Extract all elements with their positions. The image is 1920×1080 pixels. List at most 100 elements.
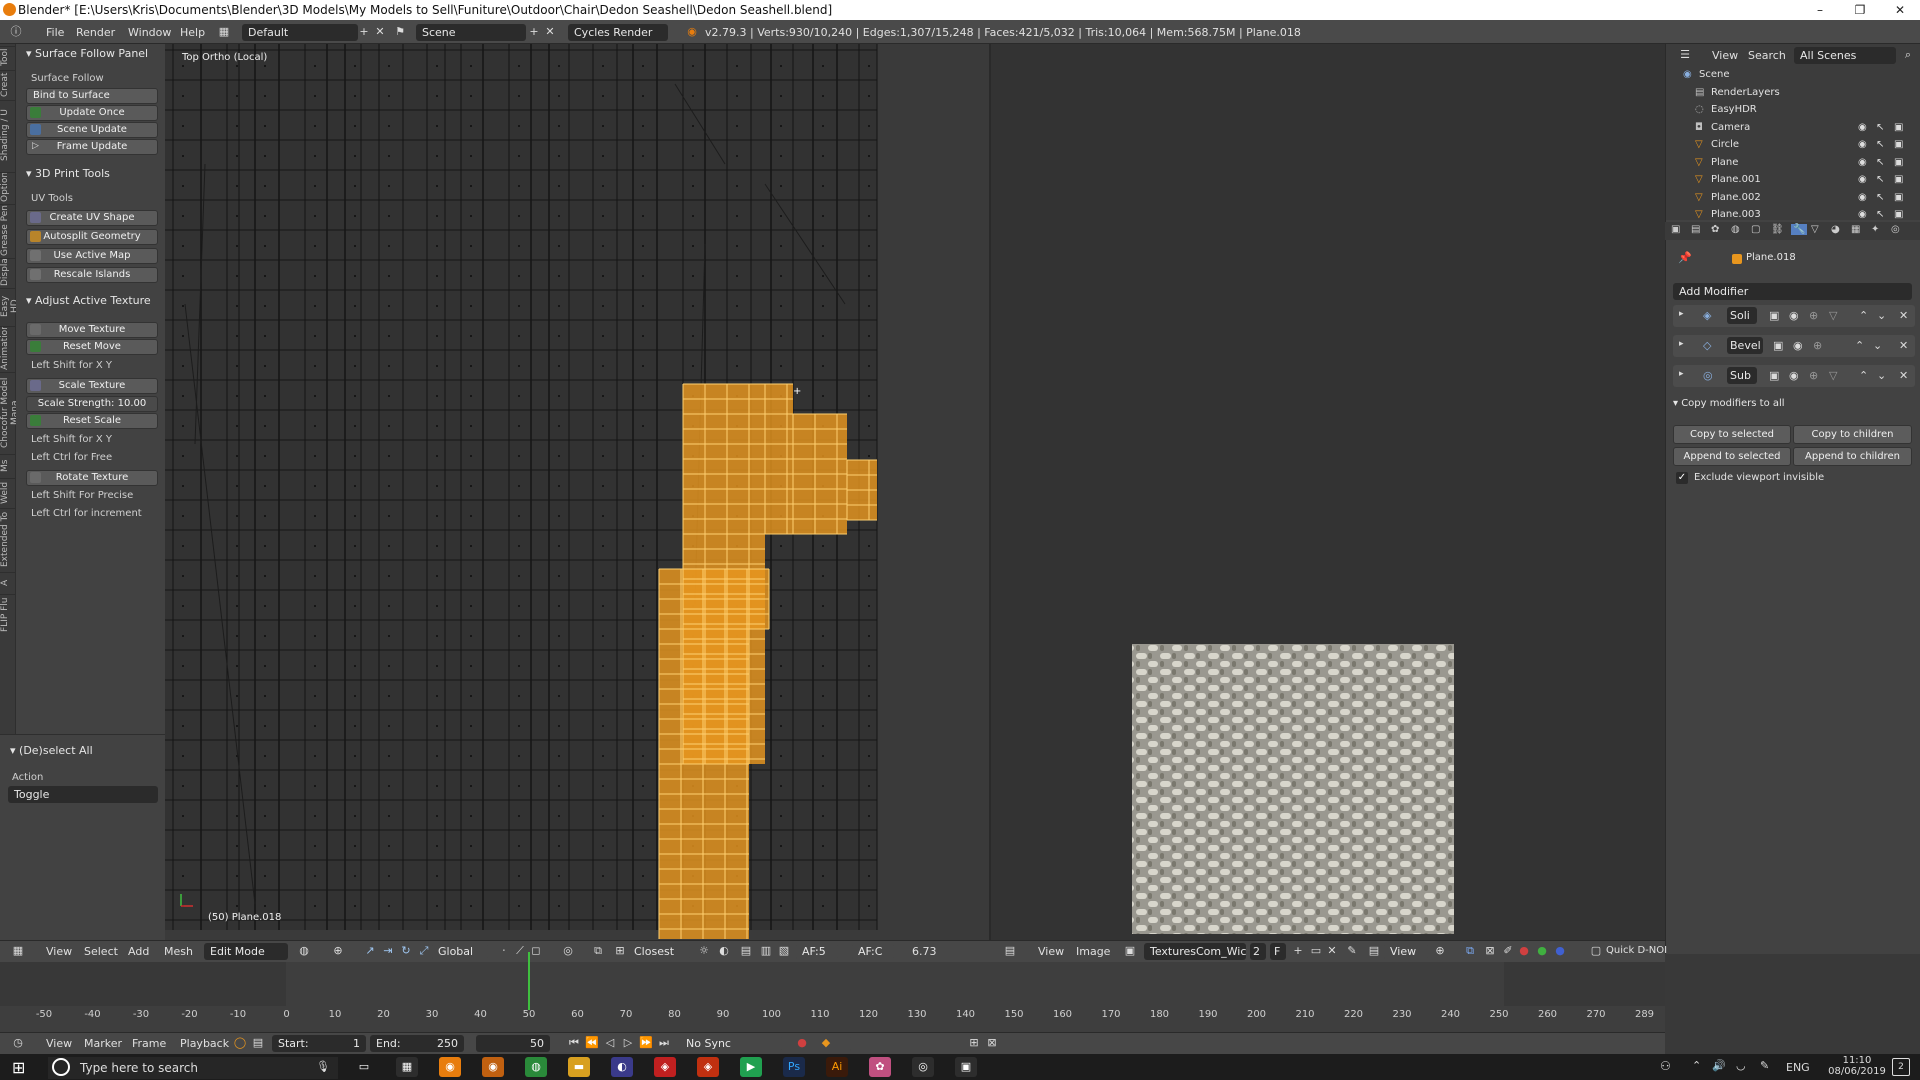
snap-element-icon[interactable]: ⊞: [612, 943, 628, 959]
material-tab-icon[interactable]: ◕: [1831, 224, 1840, 235]
selectable-cursor-icon[interactable]: ↖: [1876, 154, 1884, 171]
panel-surface-follow-header[interactable]: ▾ Surface Follow Panel: [26, 47, 148, 60]
view-mode-icon[interactable]: ▤: [1366, 943, 1382, 959]
preview-range-icon[interactable]: ◯: [232, 1035, 248, 1051]
world-tab-icon[interactable]: ◍: [1731, 224, 1740, 235]
uv-sync-icon[interactable]: ⧉: [1462, 943, 1478, 959]
menu-file[interactable]: File: [46, 26, 64, 39]
camera-app-icon[interactable]: ◎: [912, 1057, 934, 1077]
play-store-icon[interactable]: ▶: [740, 1057, 762, 1077]
modifier-bevel[interactable]: ▸ ◇ Bevel ▣ ◉ ⊕ ⌃ ⌄ ✕: [1673, 335, 1915, 357]
denoise-icon[interactable]: ▢: [1588, 943, 1604, 959]
copy-to-children-button[interactable]: Copy to children: [1793, 425, 1912, 444]
playhead[interactable]: [528, 952, 530, 1010]
blue-channel-icon[interactable]: ●: [1552, 943, 1568, 959]
outliner-row[interactable]: ▽ Plane.001 ◉ ↖ ▣: [1665, 171, 1920, 188]
illustrator-icon[interactable]: Ai: [826, 1057, 848, 1077]
scene-add-icon[interactable]: +: [526, 24, 542, 40]
tool-tab-animation[interactable]: Animation: [0, 326, 16, 370]
layers-tab-icon[interactable]: ▤: [1691, 224, 1700, 235]
visibility-eye-icon[interactable]: ◉: [1858, 154, 1867, 171]
expand-icon[interactable]: ▸: [1679, 339, 1684, 349]
minimize-button[interactable]: –: [1800, 0, 1840, 20]
photoshop-icon[interactable]: Ps: [783, 1057, 805, 1077]
render-toggle-icon[interactable]: ▣: [1894, 119, 1903, 136]
scene-tab-icon[interactable]: ✿: [1711, 224, 1719, 235]
reset-scale-button[interactable]: Reset Scale: [26, 413, 158, 429]
physics-tab-icon[interactable]: ◎: [1891, 224, 1900, 235]
translate-icon[interactable]: ⇥: [380, 943, 396, 959]
search-icon[interactable]: ⌕: [1900, 47, 1916, 63]
app-red-icon[interactable]: ◈: [654, 1057, 676, 1077]
file-explorer-icon[interactable]: ▬: [568, 1057, 590, 1077]
app-red2-icon[interactable]: ◈: [697, 1057, 719, 1077]
copy-modifiers-header[interactable]: ▾ Copy modifiers to all: [1673, 398, 1785, 409]
expand-icon[interactable]: ▸: [1679, 309, 1684, 319]
clock[interactable]: 11:10 08/06/2019: [1826, 1055, 1888, 1077]
visibility-eye-icon[interactable]: ◉: [1858, 189, 1867, 206]
color-app-icon[interactable]: ✿: [869, 1057, 891, 1077]
timeline-menu-view[interactable]: View: [46, 1037, 72, 1050]
image-browse-icon[interactable]: ▣: [1122, 943, 1138, 959]
render-engine-select[interactable]: Cycles Render: [568, 24, 668, 41]
rotate-manip-icon[interactable]: ↻: [398, 943, 414, 959]
lock-range-icon[interactable]: ▤: [250, 1035, 266, 1051]
image-name-field[interactable]: TexturesCom_Wic...: [1144, 943, 1246, 960]
pin-icon[interactable]: 📌: [1677, 250, 1693, 266]
timeline-menu-frame[interactable]: Frame: [132, 1037, 166, 1050]
close-button[interactable]: ✕: [1880, 0, 1920, 20]
render-preview-icon[interactable]: ◐: [716, 943, 732, 959]
3d-editor-type-icon[interactable]: ▦: [10, 943, 26, 959]
update-once-button[interactable]: Update Once: [26, 105, 158, 121]
manipulator-icon[interactable]: ↗: [362, 943, 378, 959]
tool-tab-flip-flu[interactable]: FLIP Flu: [0, 594, 16, 634]
timeline-menu-marker[interactable]: Marker: [84, 1037, 122, 1050]
modifier-name-field[interactable]: Soli: [1727, 307, 1757, 324]
editmode-icon[interactable]: ▣: [1769, 309, 1779, 322]
tool-tab-grease-pen[interactable]: Grease Pen: [0, 204, 16, 256]
pen-icon[interactable]: ✎: [1760, 1059, 1769, 1072]
eye-icon[interactable]: ◉: [1793, 339, 1803, 352]
image-canvas[interactable]: [991, 44, 1665, 940]
outliner-row[interactable]: ▤ RenderLayers: [1665, 84, 1920, 101]
tool-tab-weld[interactable]: Weld: [0, 478, 16, 506]
outliner-view-menu[interactable]: View: [1712, 49, 1738, 62]
render-toggle-icon[interactable]: ▣: [1894, 171, 1903, 188]
taskbar-search[interactable]: Type here to search 🎙: [48, 1057, 338, 1079]
tray-chevron-icon[interactable]: ⌃: [1692, 1059, 1701, 1072]
app-icon[interactable]: ◐: [611, 1057, 633, 1077]
photos-icon[interactable]: ▣: [955, 1057, 977, 1077]
panel-adjust-texture-header[interactable]: ▾ Adjust Active Texture: [26, 294, 151, 307]
visibility-eye-icon[interactable]: ◉: [1858, 136, 1867, 153]
snap-uv-icon[interactable]: ⊠: [1482, 943, 1498, 959]
use-active-map-button[interactable]: Use Active Map: [26, 248, 158, 264]
modifier-solidify[interactable]: ▸ ◈ Soli ▣ ◉ ⊕ ▽ ⌃ ⌄ ✕: [1673, 305, 1915, 327]
move-down-icon[interactable]: ⌄: [1877, 309, 1886, 322]
task-view-icon[interactable]: ▭: [353, 1057, 375, 1077]
outliner-row[interactable]: ▽ Plane.002 ◉ ↖ ▣: [1665, 189, 1920, 206]
layout-icon[interactable]: ▦: [216, 24, 232, 40]
menu-select[interactable]: Select: [84, 945, 118, 958]
new-image-icon[interactable]: +: [1290, 943, 1306, 959]
mode-select[interactable]: Edit Mode: [204, 943, 288, 960]
modifier-name-field[interactable]: Sub: [1727, 367, 1757, 384]
people-icon[interactable]: ⚇: [1660, 1059, 1671, 1073]
tool-tab-ms[interactable]: Ms: [0, 454, 16, 476]
append-to-selected-button[interactable]: Append to selected: [1673, 447, 1791, 466]
blender-alt-icon[interactable]: ◉: [482, 1057, 504, 1077]
play-reverse-icon[interactable]: ◁: [602, 1035, 618, 1051]
jump-start-icon[interactable]: ⏮: [566, 1035, 582, 1051]
remove-modifier-icon[interactable]: ✕: [1899, 309, 1908, 322]
rescale-islands-button[interactable]: Rescale Islands: [26, 267, 158, 283]
render-icon[interactable]: ⊕: [1813, 339, 1822, 352]
tool-tab-easy-hd[interactable]: Easy HD: [0, 288, 16, 324]
menu-render[interactable]: Render: [76, 26, 115, 39]
af5-button[interactable]: AF:5: [796, 943, 838, 960]
move-texture-button[interactable]: Move Texture: [26, 322, 158, 338]
image-menu-image[interactable]: Image: [1076, 945, 1110, 958]
menu-window[interactable]: Window: [128, 26, 171, 39]
create-uv-shape-button[interactable]: Create UV Shape: [26, 210, 158, 226]
copy-to-selected-button[interactable]: Copy to selected: [1673, 425, 1791, 444]
reset-move-button[interactable]: Reset Move: [26, 339, 158, 355]
render-toggle-icon[interactable]: ▣: [1894, 136, 1903, 153]
